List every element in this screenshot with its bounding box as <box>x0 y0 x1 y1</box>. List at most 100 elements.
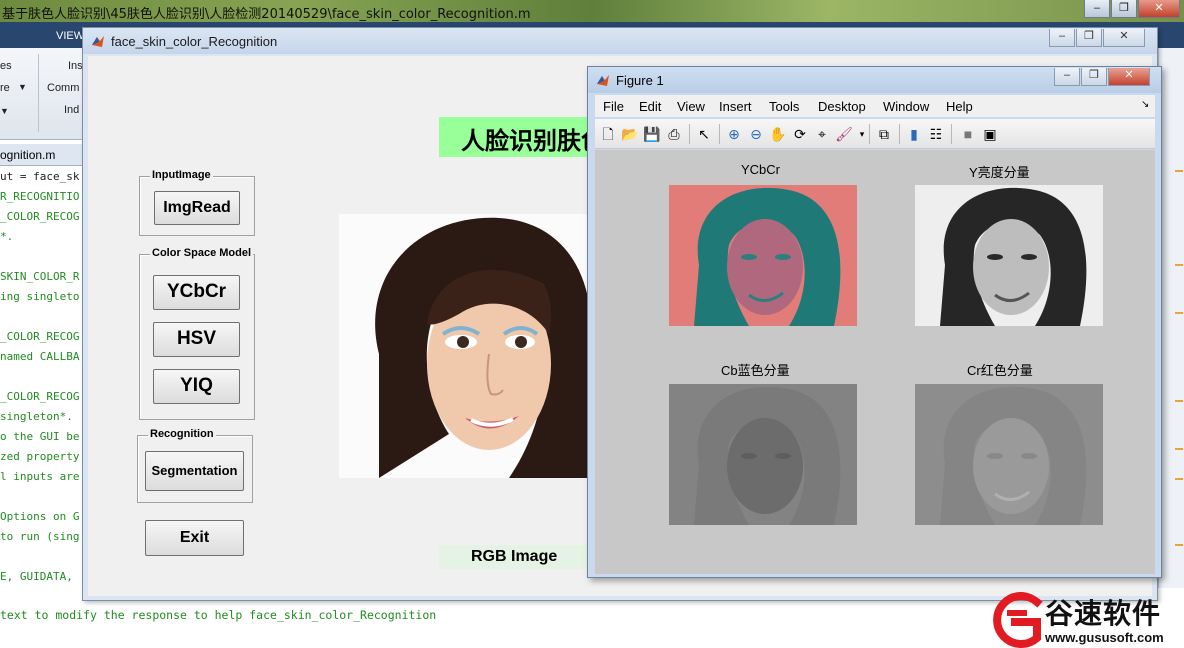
menu-view[interactable]: View <box>677 99 705 114</box>
code-analyzer-mark[interactable] <box>1175 264 1183 266</box>
link-plot-icon[interactable]: ⧉ <box>875 125 893 143</box>
code-line: Options on G <box>0 510 80 523</box>
matlab-logo-icon <box>596 73 610 87</box>
code-line: named CALLBA <box>0 350 80 363</box>
ribbon-text[interactable]: Comm <box>47 82 79 94</box>
code-analyzer-mark[interactable] <box>1175 544 1183 546</box>
recognition-panel: Recognition Segmentation <box>137 428 253 503</box>
colorbar-icon[interactable]: ▮ <box>905 125 923 143</box>
ribbon-divider <box>38 54 39 132</box>
menu-file[interactable]: File <box>603 99 624 114</box>
rgb-image-label: RGB Image <box>439 545 589 569</box>
code-line: *. <box>0 230 14 243</box>
data-cursor-icon[interactable]: ⌖ <box>813 125 831 143</box>
close-button[interactable]: ✕ <box>1138 0 1180 18</box>
gususoft-logo-icon <box>993 592 1043 648</box>
exit-button[interactable]: Exit <box>145 520 244 556</box>
figure-toolbar: 🗋 📂 💾 ⎙ ↖ ⊕ ⊖ ✋ ⟳ ⌖ 🖌 ▾ ⧉ ▮ ☷ ■ ▣ <box>595 119 1155 149</box>
menu-help[interactable]: Help <box>946 99 973 114</box>
code-analyzer-mark[interactable] <box>1175 312 1183 314</box>
brush-icon[interactable]: 🖌 <box>835 125 853 143</box>
ycbcr-image <box>669 185 857 326</box>
close-button[interactable]: ✕ <box>1108 68 1150 86</box>
minimize-button[interactable]: – <box>1049 29 1075 47</box>
figure-window-title: Figure 1 <box>616 73 664 88</box>
menu-desktop[interactable]: Desktop <box>818 99 866 114</box>
figure-canvas: YCbCr Y亮度分量 Cb蓝色分量 Cr红色分量 <box>595 150 1155 574</box>
code-analyzer-mark[interactable] <box>1175 478 1183 480</box>
maximize-button[interactable]: ❐ <box>1076 29 1102 47</box>
code-analyzer-mark[interactable] <box>1175 448 1183 450</box>
minimize-button[interactable]: – <box>1084 0 1110 18</box>
ribbon-text[interactable]: re <box>0 82 10 94</box>
code-analyzer-mark[interactable] <box>1175 170 1183 172</box>
new-figure-icon[interactable]: 🗋 <box>599 125 617 143</box>
open-file-icon[interactable]: 📂 <box>621 125 639 143</box>
pan-icon[interactable]: ✋ <box>769 125 787 143</box>
code-status-line: text to modify the response to help face… <box>0 608 437 622</box>
figure-titlebar[interactable]: Figure 1 – ❐ ✕ <box>588 67 1161 93</box>
figure-menubar: File Edit View Insert Tools Desktop Wind… <box>595 95 1155 117</box>
zoom-out-icon[interactable]: ⊖ <box>747 125 765 143</box>
segmentation-button[interactable]: Segmentation <box>145 451 244 491</box>
code-line: l inputs are <box>0 470 80 483</box>
hide-plot-tools-icon[interactable]: ■ <box>959 125 977 143</box>
toolbar-divider <box>899 124 900 144</box>
editor-file-tab[interactable]: ognition.m <box>0 144 90 166</box>
dock-arrow-icon[interactable]: ↘ <box>1141 99 1149 110</box>
gui-window-controls: – ❐ ✕ <box>1049 29 1145 47</box>
ribbon-text[interactable]: Ins <box>68 60 83 72</box>
panel-title: InputImage <box>150 169 213 181</box>
menu-tools[interactable]: Tools <box>769 99 799 114</box>
yiq-button[interactable]: YIQ <box>153 369 240 404</box>
menu-window[interactable]: Window <box>883 99 929 114</box>
axes-title: Cr红色分量 <box>967 363 1033 378</box>
ribbon-text[interactable]: es <box>0 60 12 72</box>
code-line: E, GUIDATA, <box>0 570 73 583</box>
code-line: R_RECOGNITIO <box>0 190 80 203</box>
maximize-button[interactable]: ❐ <box>1111 0 1137 18</box>
rgb-image-axes <box>339 214 589 478</box>
matlab-titlebar: 基于肤色人脸识别\45肤色人脸识别\人脸检测20140529\face_skin… <box>0 0 1184 22</box>
legend-icon[interactable]: ☷ <box>927 125 945 143</box>
axes-title: Y亮度分量 <box>969 165 1030 180</box>
code-line: SKIN_COLOR_R <box>0 270 80 283</box>
zoom-in-icon[interactable]: ⊕ <box>725 125 743 143</box>
input-image-panel: InputImage ImgRead <box>139 169 255 236</box>
matlab-window-title: 基于肤色人脸识别\45肤色人脸识别\人脸检测20140529\face_skin… <box>2 7 531 22</box>
code-line: ut = face_sk <box>0 170 80 183</box>
edit-plot-icon[interactable]: ↖ <box>695 125 713 143</box>
matlab-logo-icon <box>91 34 105 48</box>
matlab-ribbon: es Ins re ▼ Comm ▼ Ind <box>0 48 90 140</box>
toolbar-divider <box>689 124 690 144</box>
code-line: _COLOR_RECOG <box>0 330 80 343</box>
ycbcr-button[interactable]: YCbCr <box>153 275 240 310</box>
rotate-3d-icon[interactable]: ⟳ <box>791 125 809 143</box>
watermark-brand: 谷速软件 <box>1045 597 1162 630</box>
watermark: 谷速软件 www.gususoft.com <box>985 590 1184 648</box>
menu-edit[interactable]: Edit <box>639 99 661 114</box>
dropdown-arrow-icon[interactable]: ▼ <box>0 106 9 116</box>
imgread-button[interactable]: ImgRead <box>154 191 240 225</box>
save-icon[interactable]: 💾 <box>643 125 661 143</box>
dropdown-arrow-icon[interactable]: ▼ <box>18 82 27 92</box>
code-line: _COLOR_RECOG <box>0 210 80 223</box>
code-analyzer-mark[interactable] <box>1175 400 1183 402</box>
code-line: to run (sing <box>0 530 80 543</box>
cr-red-image <box>915 384 1103 525</box>
menu-insert[interactable]: Insert <box>719 99 752 114</box>
face-photo <box>339 214 589 478</box>
hsv-button[interactable]: HSV <box>153 322 240 357</box>
print-icon[interactable]: ⎙ <box>665 125 683 143</box>
ribbon-text[interactable]: Ind <box>64 104 79 116</box>
code-line: ing singleto <box>0 290 80 303</box>
minimize-button[interactable]: – <box>1054 68 1080 86</box>
gui-titlebar[interactable]: face_skin_color_Recognition – ❐ ✕ <box>83 28 1157 54</box>
show-plot-tools-icon[interactable]: ▣ <box>981 125 999 143</box>
code-editor[interactable]: ut = face_sk R_RECOGNITIO _COLOR_RECOG *… <box>0 166 90 596</box>
panel-title: Recognition <box>148 428 216 440</box>
maximize-button[interactable]: ❐ <box>1081 68 1107 86</box>
close-button[interactable]: ✕ <box>1103 29 1145 47</box>
y-luminance-image <box>915 185 1103 326</box>
figure-window: Figure 1 – ❐ ✕ File Edit View Insert Too… <box>587 66 1162 578</box>
